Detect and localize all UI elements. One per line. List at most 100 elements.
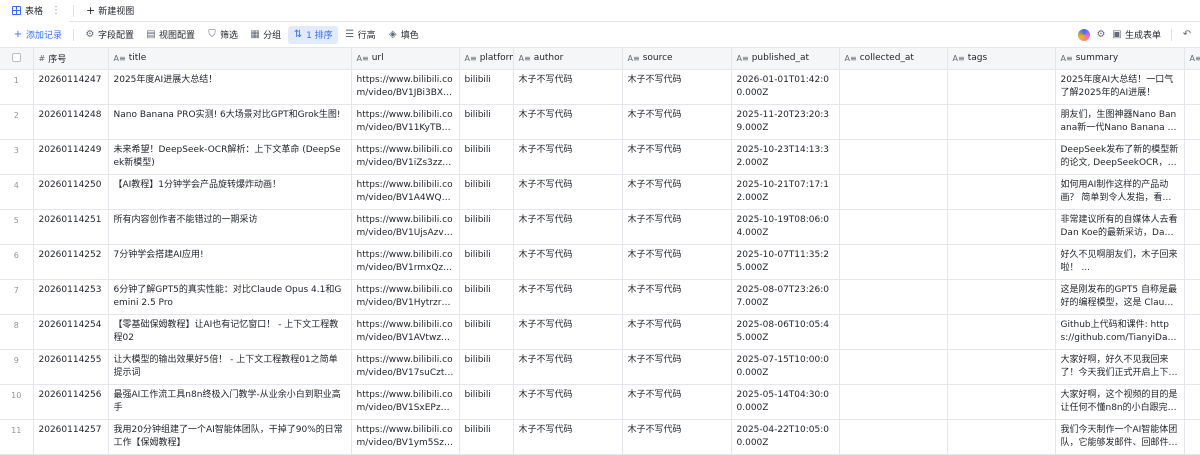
cell-published-at[interactable]: 2025-04-22T10:05:00.000Z xyxy=(731,419,839,454)
cell-platform[interactable]: bilibili xyxy=(459,384,513,419)
cell-platform[interactable]: bilibili xyxy=(459,419,513,454)
cell-url-extra[interactable] xyxy=(1184,69,1200,104)
table-row[interactable]: 820260114254【零基础保姆教程】让AI也有记忆窗口！ - 上下文工程教… xyxy=(0,314,1200,349)
ai-assistant-icon[interactable] xyxy=(1078,29,1090,41)
cell-platform[interactable]: bilibili xyxy=(459,139,513,174)
cell-url-extra[interactable] xyxy=(1184,384,1200,419)
cell-summary[interactable]: 如何用AI制作这样的产品动画？ 简单到令人发指，看到最后有要点总结。 xyxy=(1055,174,1184,209)
cell-title[interactable]: 最强AI工作流工具n8n终极入门教学-从业余小白到职业高手 xyxy=(108,384,351,419)
cell-id[interactable]: 20260114248 xyxy=(33,104,108,139)
filter-button[interactable]: ⛉ 筛选 xyxy=(202,26,243,44)
cell-url[interactable]: https://www.bilibili.com/video/BV1AVtwz8… xyxy=(351,314,459,349)
cell-tags[interactable] xyxy=(947,244,1055,279)
cell-published-at[interactable]: 2025-08-06T10:05:45.000Z xyxy=(731,314,839,349)
table-row[interactable]: 1120260114257我用20分钟组建了一个AI智能体团队，干掉了90%的日… xyxy=(0,419,1200,454)
cell-id[interactable]: 20260114250 xyxy=(33,174,108,209)
field-config-button[interactable]: ⚙ 字段配置 xyxy=(80,26,139,44)
table-row[interactable]: 1202601142472025年度AI进展大总结！https://www.bi… xyxy=(0,69,1200,104)
cell-collected-at[interactable] xyxy=(839,69,947,104)
cell-id[interactable]: 20260114249 xyxy=(33,139,108,174)
new-view-button[interactable]: + 新建视图 xyxy=(78,0,142,22)
table-row[interactable]: 920260114255让大模型的输出效果好5倍！ - 上下文工程教程01之简单… xyxy=(0,349,1200,384)
cell-collected-at[interactable] xyxy=(839,279,947,314)
cell-summary[interactable]: 这是刚发布的GPT5 自称是最好的编程模型，这是 Claude Opus 4.1… xyxy=(1055,279,1184,314)
cell-source[interactable]: 木子不写代码 xyxy=(622,349,731,384)
cell-summary[interactable]: Github上代码和课件: https://github.com/TianyiD… xyxy=(1055,314,1184,349)
cell-summary[interactable]: 2025年度AI大总结！一口气了解2025年的AI进展！ xyxy=(1055,69,1184,104)
cell-tags[interactable] xyxy=(947,104,1055,139)
cell-id[interactable]: 20260114247 xyxy=(33,69,108,104)
cell-published-at[interactable]: 2025-05-14T04:30:00.000Z xyxy=(731,384,839,419)
cell-id[interactable]: 20260114251 xyxy=(33,209,108,244)
cell-title[interactable]: 【AI教程】1分钟学会产品旋转爆炸动画！ xyxy=(108,174,351,209)
cell-author[interactable]: 木子不写代码 xyxy=(513,104,622,139)
column-header-tags[interactable]: A≡tags xyxy=(947,48,1055,69)
cell-platform[interactable]: bilibili xyxy=(459,279,513,314)
tab-table-view[interactable]: 表格 ⋮ xyxy=(0,0,69,22)
column-header-source[interactable]: A≡source xyxy=(622,48,731,69)
cell-collected-at[interactable] xyxy=(839,209,947,244)
cell-title[interactable]: Nano Banana PRO实测! 6大场景对比GPT和Grok生图! xyxy=(108,104,351,139)
cell-platform[interactable]: bilibili xyxy=(459,69,513,104)
add-record-button[interactable]: + 添加记录 xyxy=(8,26,67,44)
sort-button[interactable]: ⇅ 1 排序 xyxy=(288,26,338,44)
cell-url[interactable]: https://www.bilibili.com/video/BV1SxEPzd… xyxy=(351,384,459,419)
cell-summary[interactable]: 好久不见啊朋友们，木子回来啦！ ... xyxy=(1055,244,1184,279)
cell-url-extra[interactable] xyxy=(1184,244,1200,279)
cell-tags[interactable] xyxy=(947,349,1055,384)
cell-id[interactable]: 20260114254 xyxy=(33,314,108,349)
cell-platform[interactable]: bilibili xyxy=(459,174,513,209)
cell-url-extra[interactable] xyxy=(1184,139,1200,174)
cell-url-extra[interactable] xyxy=(1184,174,1200,209)
fill-color-button[interactable]: ◈ 填色 xyxy=(383,26,424,44)
view-config-button[interactable]: ▤ 视图配置 xyxy=(141,26,200,44)
cell-source[interactable]: 木子不写代码 xyxy=(622,419,731,454)
cell-summary[interactable]: 我们今天制作一个AI智能体团队，它能够发邮件、回邮件、定会议、邀请参... xyxy=(1055,419,1184,454)
select-all-checkbox[interactable] xyxy=(12,53,21,62)
cell-url[interactable]: https://www.bilibili.com/video/BV17suCzt… xyxy=(351,349,459,384)
cell-author[interactable]: 木子不写代码 xyxy=(513,244,622,279)
column-header-collected_at[interactable]: A≡collected_at xyxy=(839,48,947,69)
cell-id[interactable]: 20260114256 xyxy=(33,384,108,419)
cell-collected-at[interactable] xyxy=(839,419,947,454)
cell-summary[interactable]: DeepSeek发布了新的模型新的论文, DeepSeekOCR，引起了非常强烈… xyxy=(1055,139,1184,174)
cell-url-extra[interactable] xyxy=(1184,209,1200,244)
cell-author[interactable]: 木子不写代码 xyxy=(513,139,622,174)
cell-collected-at[interactable] xyxy=(839,104,947,139)
column-header-url[interactable]: A≡url xyxy=(351,48,459,69)
cell-platform[interactable]: bilibili xyxy=(459,314,513,349)
cell-id[interactable]: 20260114252 xyxy=(33,244,108,279)
cell-collected-at[interactable] xyxy=(839,139,947,174)
cell-author[interactable]: 木子不写代码 xyxy=(513,279,622,314)
cell-url[interactable]: https://www.bilibili.com/video/BV1iZs3zz… xyxy=(351,139,459,174)
cell-title[interactable]: 2025年度AI进展大总结！ xyxy=(108,69,351,104)
cell-tags[interactable] xyxy=(947,174,1055,209)
cell-published-at[interactable]: 2025-07-15T10:00:00.000Z xyxy=(731,349,839,384)
select-all-header[interactable] xyxy=(0,48,33,69)
cell-published-at[interactable]: 2025-10-19T08:06:04.000Z xyxy=(731,209,839,244)
cell-published-at[interactable]: 2025-10-07T11:35:25.000Z xyxy=(731,244,839,279)
cell-platform[interactable]: bilibili xyxy=(459,244,513,279)
settings-icon[interactable]: ⚙ xyxy=(1096,29,1106,40)
cell-platform[interactable]: bilibili xyxy=(459,209,513,244)
cell-tags[interactable] xyxy=(947,419,1055,454)
cell-published-at[interactable]: 2026-01-01T01:42:00.000Z xyxy=(731,69,839,104)
more-icon[interactable]: ⋮ xyxy=(51,5,61,16)
cell-tags[interactable] xyxy=(947,139,1055,174)
cell-title[interactable]: 未来希望！DeepSeek-OCR解析：上下文革命 (DeepSeek新模型) xyxy=(108,139,351,174)
table-row[interactable]: 420260114250【AI教程】1分钟学会产品旋转爆炸动画！https://… xyxy=(0,174,1200,209)
table-row[interactable]: 7202601142536分钟了解GPT5的真实性能：对比Claude Opus… xyxy=(0,279,1200,314)
cell-title[interactable]: 我用20分钟组建了一个AI智能体团队，干掉了90%的日常工作【保姆教程】 xyxy=(108,419,351,454)
cell-collected-at[interactable] xyxy=(839,349,947,384)
cell-published-at[interactable]: 2025-10-23T14:13:32.000Z xyxy=(731,139,839,174)
cell-title[interactable]: 所有内容创作者不能错过的一期采访 xyxy=(108,209,351,244)
cell-tags[interactable] xyxy=(947,279,1055,314)
cell-title[interactable]: 6分钟了解GPT5的真实性能：对比Claude Opus 4.1和Gemini … xyxy=(108,279,351,314)
cell-summary[interactable]: 非常建议所有的自媒体人去看Dan Koe的最新采访，Dan Koe是全网几百万.… xyxy=(1055,209,1184,244)
cell-summary[interactable]: 朋友们，生图神器Nano Banana新一代Nano Banana Pro出来了… xyxy=(1055,104,1184,139)
cell-source[interactable]: 木子不写代码 xyxy=(622,279,731,314)
cell-published-at[interactable]: 2025-08-07T23:26:07.000Z xyxy=(731,279,839,314)
cell-url-extra[interactable] xyxy=(1184,104,1200,139)
generate-form-button[interactable]: ▣ 生成表单 xyxy=(1112,28,1161,41)
cell-author[interactable]: 木子不写代码 xyxy=(513,419,622,454)
